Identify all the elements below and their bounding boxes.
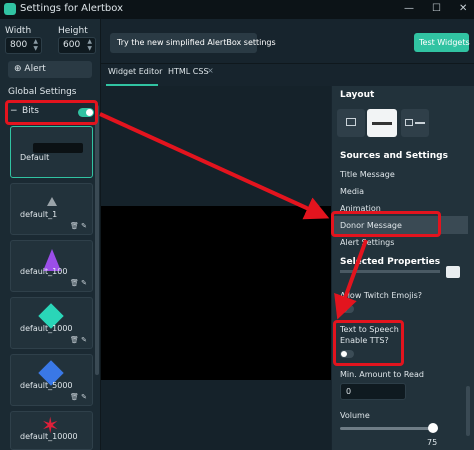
arrow-to-tts xyxy=(334,239,368,320)
arrow-to-donor-message xyxy=(99,112,330,220)
annotation-arrows xyxy=(99,112,368,320)
